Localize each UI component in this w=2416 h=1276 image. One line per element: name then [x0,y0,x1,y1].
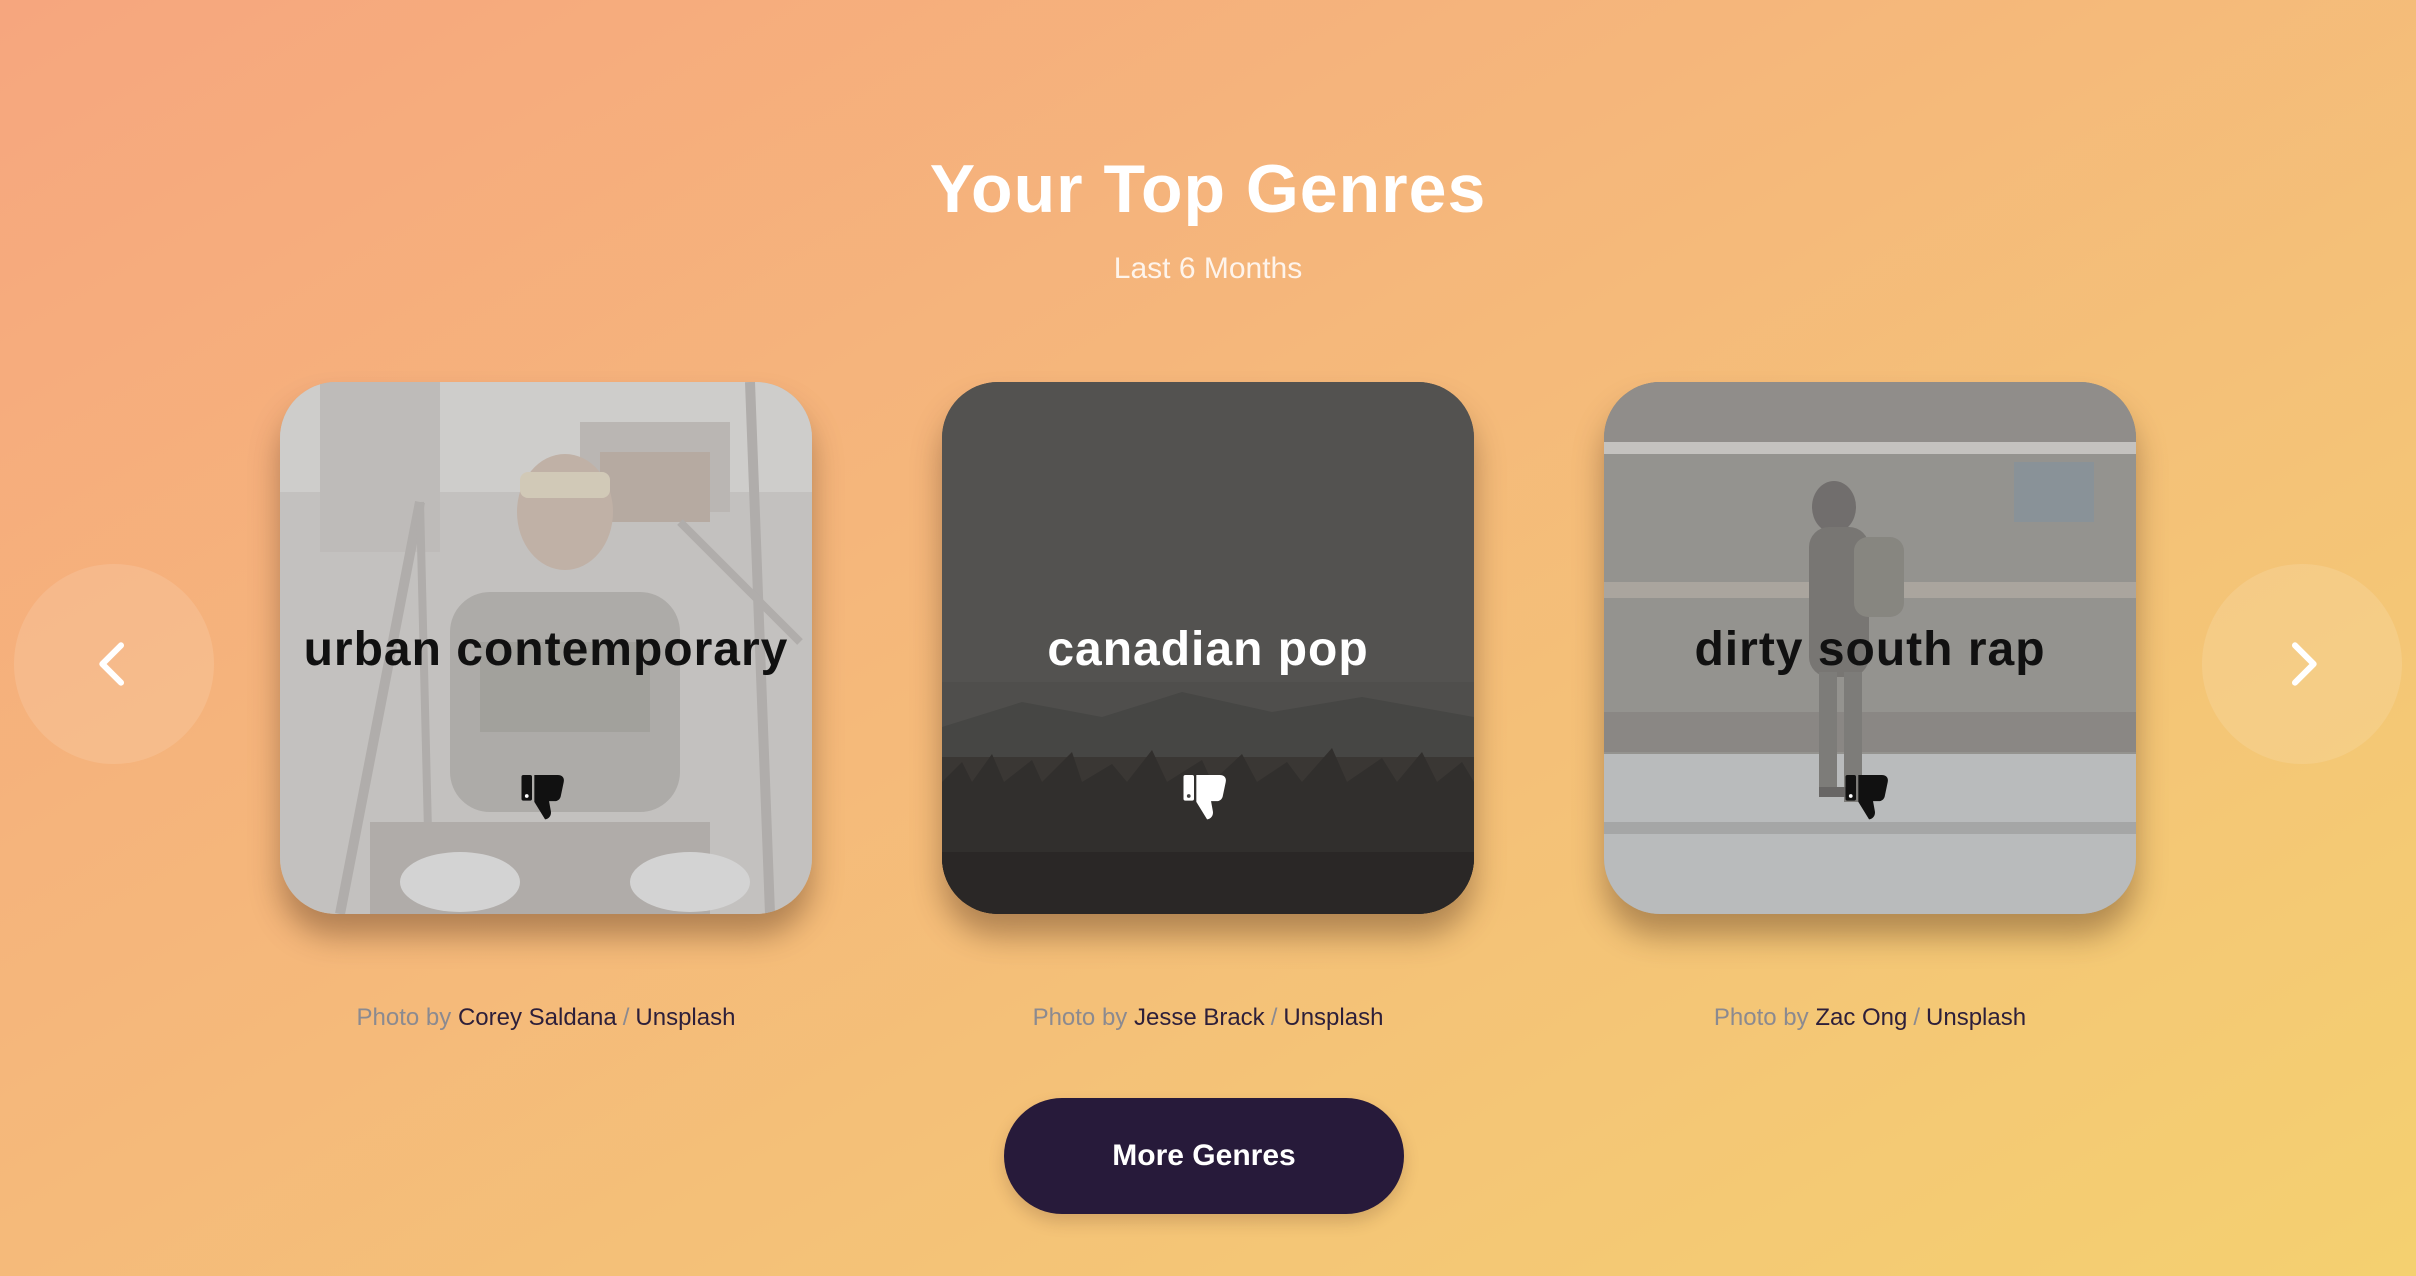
unsplash-link[interactable]: Unsplash [635,1004,735,1031]
unsplash-link[interactable]: Unsplash [1926,1004,2026,1031]
more-genres-button[interactable]: More Genres [1004,1098,1404,1214]
thumbs-down-icon[interactable] [1180,768,1236,824]
genre-name: urban contemporary [303,623,789,676]
genre-name: dirty south rap [1694,623,2046,676]
previous-button[interactable] [14,564,214,764]
credit-separator: / [1913,1004,1921,1031]
chevron-right-icon [2291,642,2317,686]
photographer-link[interactable]: Zac Ong [1815,1004,1907,1031]
credit-separator: / [1270,1004,1278,1031]
chevron-left-icon [99,642,125,686]
credit-prefix: Photo by [356,1004,452,1031]
thumbs-down-icon[interactable] [1842,768,1898,824]
genre-card[interactable]: canadian pop [942,382,1474,914]
next-button[interactable] [2202,564,2402,764]
unsplash-link[interactable]: Unsplash [1283,1004,1383,1031]
photo-credit: Photo by Corey Saldana / Unsplash [280,1004,812,1032]
photo-credit: Photo by Zac Ong / Unsplash [1604,1004,2136,1032]
genre-card[interactable]: dirty south rap [1604,382,2136,914]
credit-separator: / [622,1004,630,1031]
time-range-label: Last 6 Months [1113,252,1303,285]
credit-prefix: Photo by [1713,1004,1809,1031]
genre-card[interactable]: urban contemporary [280,382,812,914]
photographer-link[interactable]: Corey Saldana [458,1004,617,1031]
credit-prefix: Photo by [1032,1004,1128,1031]
page-title: Your Top Genres [929,151,1487,227]
photographer-link[interactable]: Jesse Brack [1134,1004,1265,1031]
thumbs-down-icon[interactable] [518,768,574,824]
genre-name: canadian pop [1047,623,1369,676]
photo-credit: Photo by Jesse Brack / Unsplash [942,1004,1474,1032]
